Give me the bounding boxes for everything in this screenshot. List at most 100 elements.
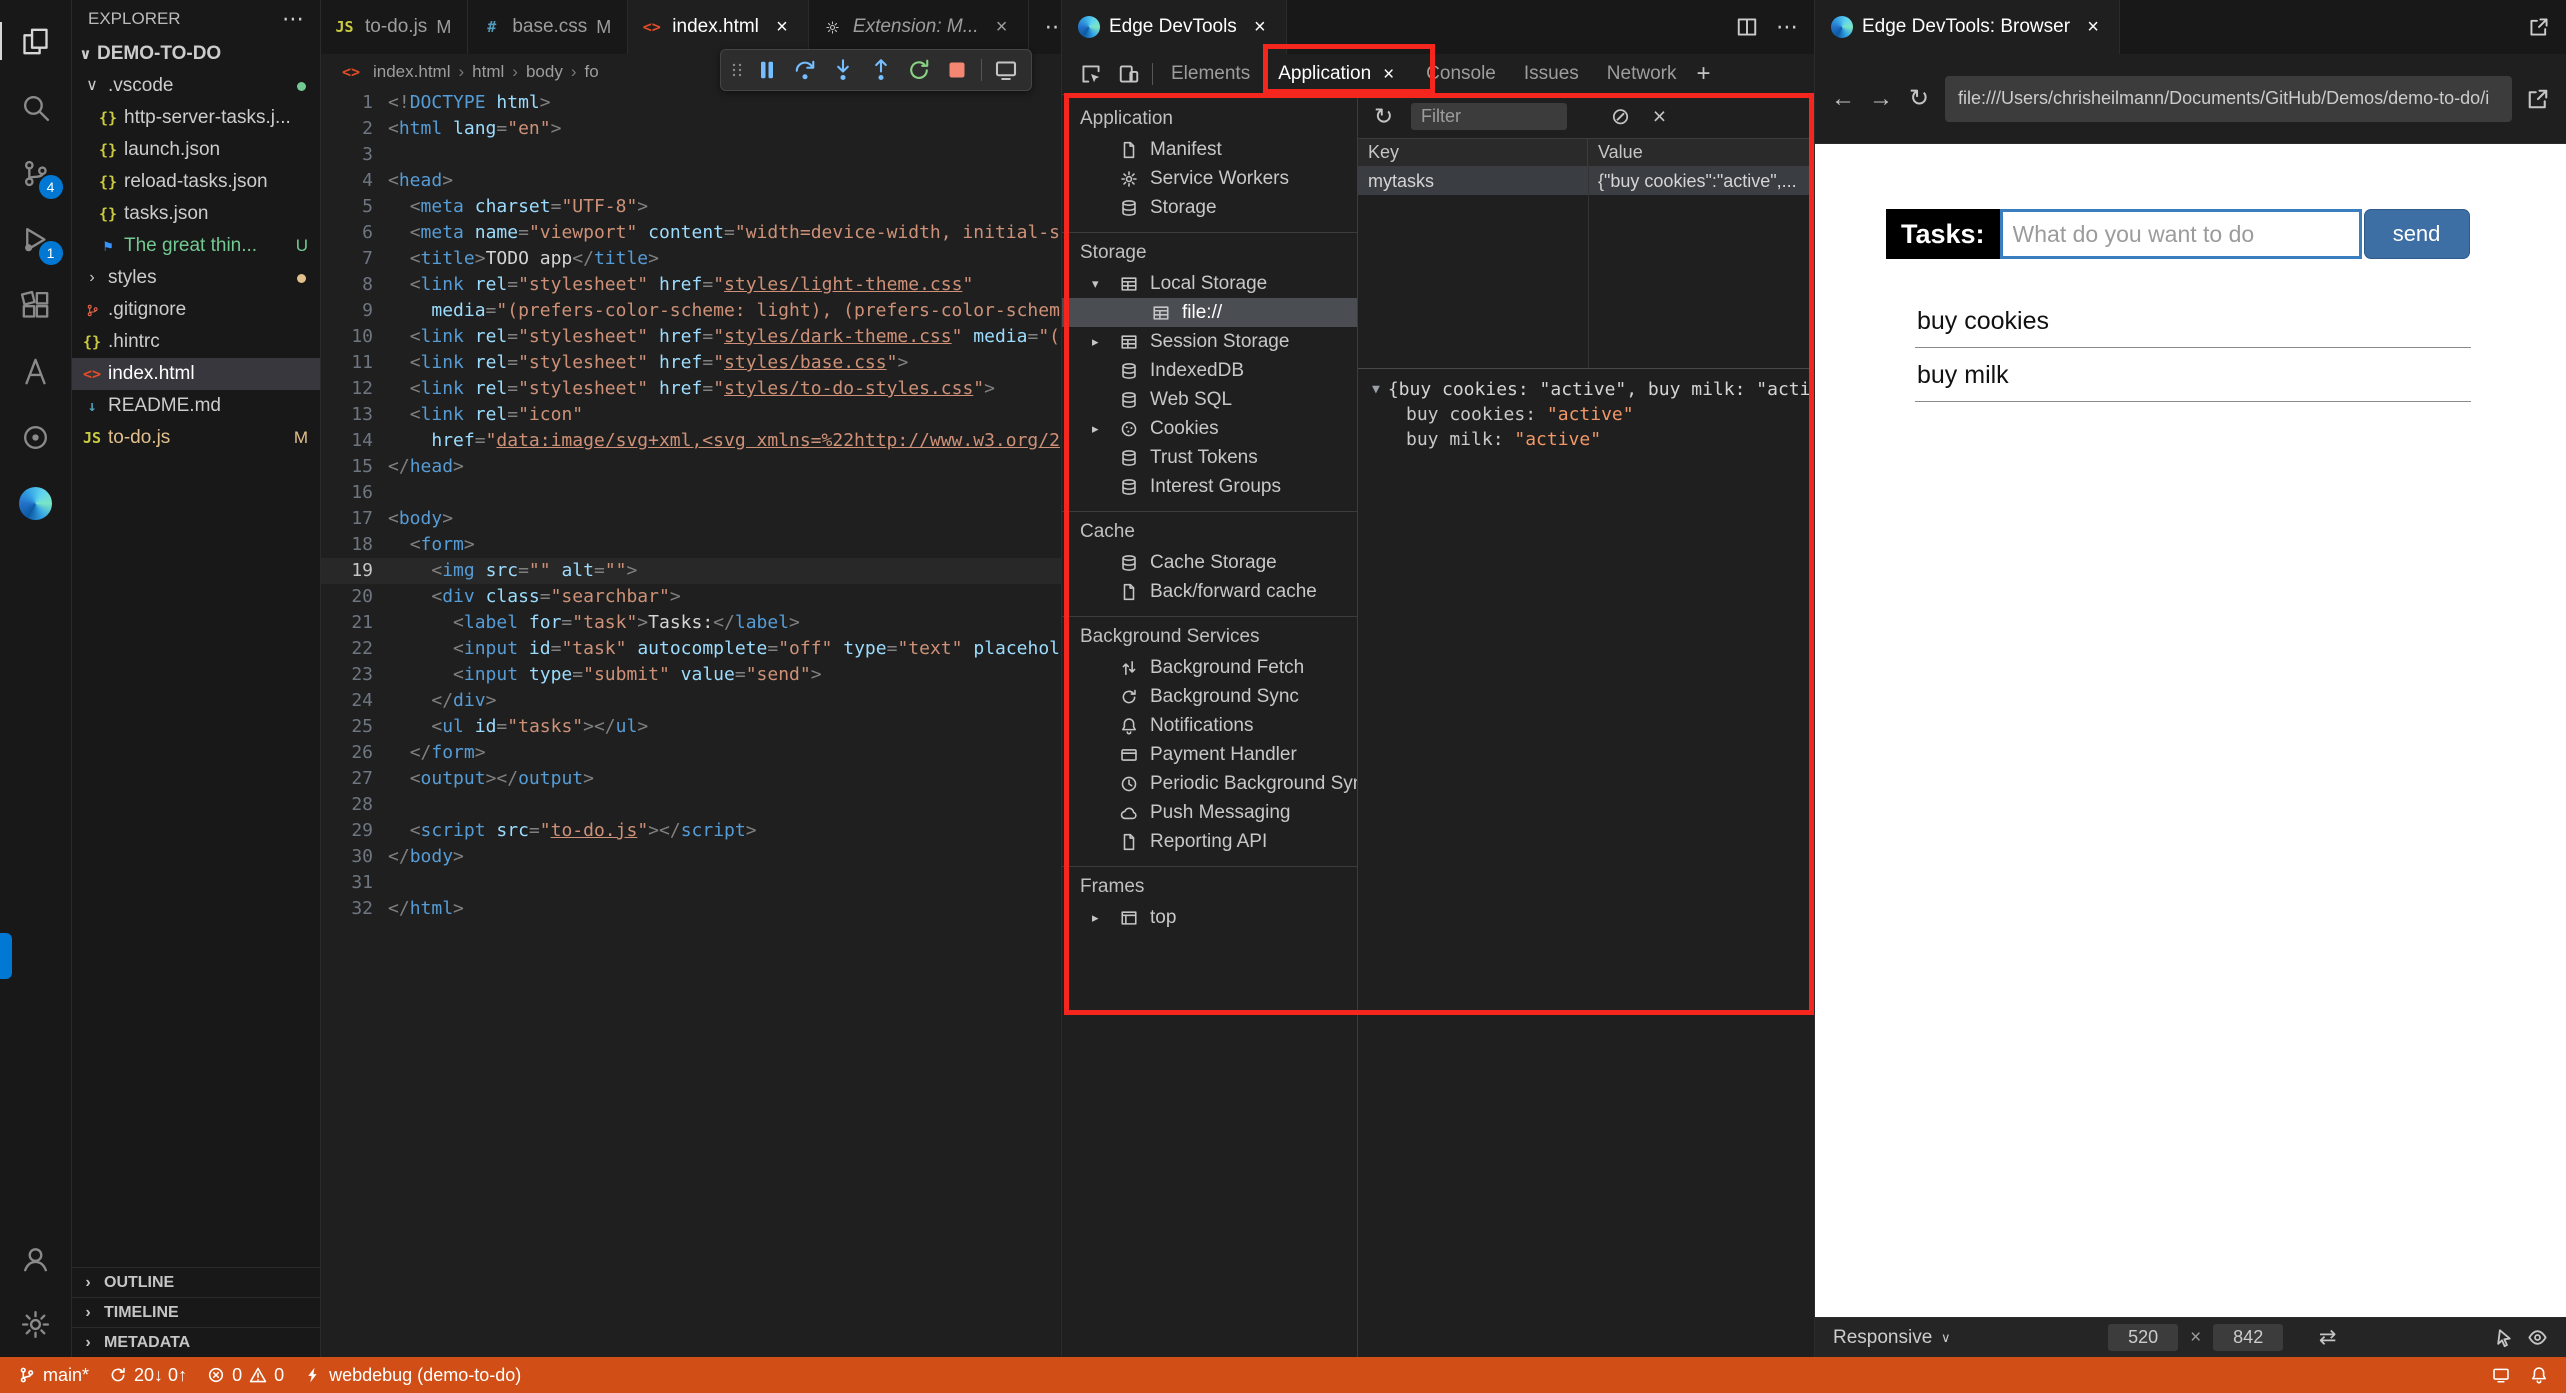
- code-line[interactable]: 3: [321, 142, 1061, 168]
- code-line[interactable]: 18 <form>: [321, 532, 1061, 558]
- sidebar-item-reporting-api[interactable]: Reporting API: [1062, 827, 1357, 856]
- devtools-tab-application[interactable]: Application ×: [1264, 54, 1412, 94]
- file-row-http-server-tasks-j[interactable]: {} http-server-tasks.j...: [72, 102, 320, 134]
- code-line[interactable]: 27 <output></output>: [321, 766, 1061, 792]
- file-row-tasks-json[interactable]: {} tasks.json: [72, 198, 320, 230]
- code-line[interactable]: 29 <script src="to-do.js"></script>: [321, 818, 1061, 844]
- code-line[interactable]: 11 <link rel="stylesheet" href="styles/b…: [321, 350, 1061, 376]
- code-line[interactable]: 26 </form>: [321, 740, 1061, 766]
- more-actions-icon[interactable]: ⋯: [1045, 16, 1061, 38]
- sidebar-item-manifest[interactable]: Manifest: [1062, 135, 1357, 164]
- sidebar-item-notifications[interactable]: Notifications: [1062, 711, 1357, 740]
- close-icon[interactable]: ×: [2083, 17, 2103, 37]
- sidebar-item-background-sync[interactable]: Background Sync: [1062, 682, 1357, 711]
- filter-input[interactable]: [1411, 103, 1567, 130]
- expand-arrow-icon[interactable]: ▼: [1372, 383, 1380, 396]
- code-line[interactable]: 19 <img src="" alt="">: [321, 558, 1061, 584]
- back-icon[interactable]: ←: [1831, 86, 1855, 111]
- restart-button[interactable]: [901, 52, 937, 88]
- devtools-tab-network[interactable]: Network: [1593, 54, 1691, 94]
- add-panel-icon[interactable]: +: [1696, 60, 1710, 88]
- activity-remote-targets[interactable]: [0, 404, 72, 470]
- tab-edge-devtools-browser[interactable]: Edge DevTools: Browser ×: [1815, 0, 2121, 54]
- forward-icon[interactable]: →: [1869, 86, 1893, 111]
- code-line[interactable]: 23 <input type="submit" value="send">: [321, 662, 1061, 688]
- file-row-gitignore[interactable]: .gitignore: [72, 294, 320, 326]
- close-icon[interactable]: ×: [992, 17, 1012, 37]
- file-row-index-html[interactable]: <> index.html: [72, 358, 320, 390]
- code-line[interactable]: 22 <input id="task" autocomplete="off" t…: [321, 636, 1061, 662]
- activity-run-and-debug[interactable]: 1: [0, 206, 72, 272]
- file-row-hintrc[interactable]: {} .hintrc: [72, 326, 320, 358]
- tab-index-html[interactable]: <> index.html ×: [628, 0, 809, 54]
- preview-summary-row[interactable]: ▼ {buy cookies: "active", buy milk: "act…: [1372, 377, 1814, 402]
- open-in-browser-icon[interactable]: [2526, 87, 2550, 111]
- status-sync[interactable]: 20↓ 0↑: [99, 1357, 197, 1393]
- refresh-icon[interactable]: ↻: [1372, 105, 1395, 128]
- sidebar-item-cookies[interactable]: ▸ Cookies: [1062, 414, 1357, 443]
- pause-button[interactable]: [749, 52, 785, 88]
- code-line[interactable]: 28: [321, 792, 1061, 818]
- tab-extension-m[interactable]: Extension: M... ×: [808, 0, 1029, 54]
- sidebar-item-interest-groups[interactable]: Interest Groups: [1062, 472, 1357, 501]
- status-notifications[interactable]: [2520, 1366, 2558, 1384]
- device-height-input[interactable]: [2213, 1324, 2284, 1351]
- code-line[interactable]: 5 <meta charset="UTF-8">: [321, 194, 1061, 220]
- device-width-input[interactable]: [2108, 1324, 2179, 1351]
- panel-outline[interactable]: › OUTLINE: [72, 1267, 320, 1297]
- toggle-visibility-icon[interactable]: [2527, 1327, 2548, 1348]
- sidebar-item-web-sql[interactable]: Web SQL: [1062, 385, 1357, 414]
- code-line[interactable]: 31: [321, 870, 1061, 896]
- sidebar-item-background-fetch[interactable]: Background Fetch: [1062, 653, 1357, 682]
- activity-settings[interactable]: [0, 1291, 72, 1357]
- code-editor[interactable]: 1 <!DOCTYPE html> 2 <html lang="en"> 3 4 <head…: [321, 90, 1061, 1357]
- code-line[interactable]: 21 <label for="task">Tasks:</label>: [321, 610, 1061, 636]
- sidebar-item-top[interactable]: ▸ top: [1062, 903, 1357, 932]
- device-emulation-icon[interactable]: [1118, 63, 1140, 85]
- file-row-the-great-thin[interactable]: ⚑ The great thin... U: [72, 230, 320, 262]
- devtools-tab-elements[interactable]: Elements: [1157, 54, 1264, 94]
- clear-all-icon[interactable]: ⊘: [1609, 105, 1632, 128]
- status-problems[interactable]: 0 0: [197, 1357, 294, 1393]
- sidebar-item-cache-storage[interactable]: Cache Storage: [1062, 548, 1357, 577]
- status-branch[interactable]: main*: [8, 1357, 99, 1393]
- code-line[interactable]: 14 href="data:image/svg+xml,<svg xmlns=%…: [321, 428, 1061, 454]
- tab-to-do-js[interactable]: JS to-do.js M: [321, 0, 469, 54]
- code-line[interactable]: 15 </head>: [321, 454, 1061, 480]
- sidebar-item-payment-handler[interactable]: Payment Handler: [1062, 740, 1357, 769]
- storage-row-mytasks[interactable]: mytasks {"buy cookies":"active",...: [1358, 167, 1814, 195]
- inspect-element-icon[interactable]: [1080, 63, 1102, 85]
- activity-explorer[interactable]: [0, 8, 72, 74]
- split-editor-icon[interactable]: [1736, 16, 1758, 38]
- step-into-button[interactable]: [825, 52, 861, 88]
- sidebar-item-indexeddb[interactable]: IndexedDB: [1062, 356, 1357, 385]
- step-out-button[interactable]: [863, 52, 899, 88]
- activity-extensions[interactable]: [0, 272, 72, 338]
- code-line[interactable]: 13 <link rel="icon": [321, 402, 1061, 428]
- breadcrumb-item-fo[interactable]: fo: [585, 62, 599, 82]
- tab-edge-devtools[interactable]: Edge DevTools ×: [1062, 0, 1287, 54]
- panel-metadata[interactable]: › METADATA: [72, 1327, 320, 1357]
- emulate-cursor-icon[interactable]: [2494, 1327, 2515, 1348]
- activity-azure[interactable]: [0, 338, 72, 404]
- file-row-readme-md[interactable]: ↓ README.md: [72, 390, 320, 422]
- screencast-button[interactable]: [988, 52, 1024, 88]
- task-input[interactable]: [1999, 209, 2362, 259]
- code-line[interactable]: 8 <link rel="stylesheet" href="styles/li…: [321, 272, 1061, 298]
- sidebar-item-push-messaging[interactable]: Push Messaging: [1062, 798, 1357, 827]
- reload-icon[interactable]: ↻: [1907, 86, 1931, 111]
- sidebar-item-file[interactable]: file://: [1062, 298, 1357, 327]
- sidebar-item-service-workers[interactable]: Service Workers: [1062, 164, 1357, 193]
- activity-search[interactable]: [0, 74, 72, 140]
- code-line[interactable]: 17 <body>: [321, 506, 1061, 532]
- sidebar-item-back-forward-cache[interactable]: Back/forward cache: [1062, 577, 1357, 606]
- folder-row-vscode[interactable]: ∨ .vscode: [72, 70, 320, 102]
- delete-selected-icon[interactable]: ×: [1648, 105, 1671, 128]
- column-header-key[interactable]: Key: [1358, 139, 1588, 166]
- code-line[interactable]: 25 <ul id="tasks"></ul>: [321, 714, 1061, 740]
- file-row-launch-json[interactable]: {} launch.json: [72, 134, 320, 166]
- sidebar-item-storage[interactable]: Storage: [1062, 193, 1357, 222]
- url-input[interactable]: [1945, 75, 2512, 122]
- close-icon[interactable]: ×: [772, 17, 792, 37]
- column-header-value[interactable]: Value: [1588, 139, 1814, 166]
